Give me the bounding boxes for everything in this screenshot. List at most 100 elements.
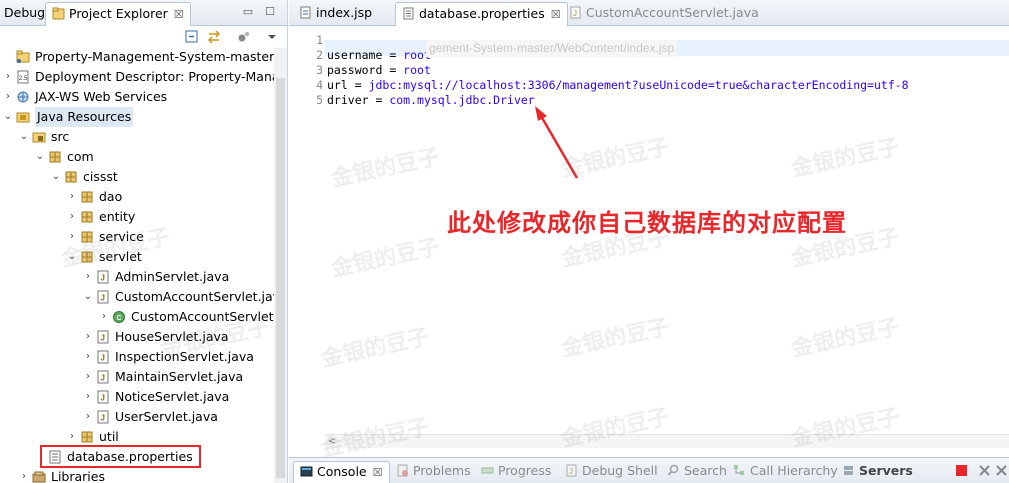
equals-sign: = <box>368 93 390 107</box>
expand-arrow-icon[interactable]: › <box>2 87 14 107</box>
tree-item-adminservlet-java[interactable]: › J AdminServlet.java <box>0 267 274 287</box>
expand-arrow-icon[interactable]: › <box>66 227 78 247</box>
tree-item-service[interactable]: › service <box>0 227 274 247</box>
java-file-icon: J <box>97 330 109 344</box>
deployment-descriptor-icon: 2.5 <box>17 70 29 84</box>
java-file-icon: J <box>97 290 109 304</box>
focus-icon[interactable] <box>236 29 252 45</box>
tree-item-project-root[interactable]: Property-Management-System-master <box>0 47 274 67</box>
collapse-arrow-icon[interactable]: ⌄ <box>82 287 94 307</box>
property-value: jdbc:mysql://localhost:3306/management?u… <box>368 78 909 92</box>
web-services-icon <box>17 91 29 103</box>
scrollbar-thumb[interactable] <box>276 78 285 478</box>
tree-item-java-resources[interactable]: ⌄ Java Resources <box>0 107 274 127</box>
tab-search[interactable]: Search <box>667 461 727 483</box>
expand-arrow-icon[interactable]: › <box>82 387 94 407</box>
terminate-icon[interactable] <box>955 464 968 477</box>
tab-servers[interactable]: Servers <box>842 461 913 483</box>
tab-project-explorer-label: Project Explorer <box>69 6 168 21</box>
close-icon[interactable]: ☒ <box>174 8 184 21</box>
expand-arrow-icon[interactable]: › <box>66 187 78 207</box>
properties-file-icon <box>403 7 414 20</box>
tab-database-properties[interactable]: database.properties ☒ <box>395 2 568 26</box>
svg-text:J: J <box>573 9 577 18</box>
code-line[interactable]: url = jdbc:mysql://localhost:3306/manage… <box>327 78 909 93</box>
expand-arrow-icon[interactable]: › <box>82 407 94 427</box>
tree-item-jax-ws-web-services[interactable]: › JAX-WS Web Services <box>0 87 274 107</box>
expand-arrow-icon[interactable]: › <box>66 207 78 227</box>
svg-text:J: J <box>101 274 105 283</box>
tree-item-label: servlet <box>99 249 142 264</box>
close-icon[interactable]: ☒ <box>373 466 383 479</box>
equals-sign: = <box>382 63 404 77</box>
tab-call-hierarchy[interactable]: Call Hierarchy <box>733 461 838 483</box>
collapse-arrow-icon[interactable]: ⌄ <box>66 247 78 267</box>
close-icon[interactable]: ☒ <box>551 8 561 21</box>
tree-item-src[interactable]: ⌄ src <box>0 127 274 147</box>
tree-item-maintainservlet-java[interactable]: › J MaintainServlet.java <box>0 367 274 387</box>
code-line[interactable]: username = root <box>327 48 431 63</box>
view-menu-icon[interactable] <box>264 29 280 45</box>
property-value: root <box>403 63 431 77</box>
property-key: password <box>327 63 383 77</box>
tree-item-deployment-descriptor[interactable]: › 2.5 Deployment Descriptor: Property-Mana… <box>0 67 287 87</box>
tree-item-cissst[interactable]: ⌄ cissst <box>0 167 274 187</box>
collapse-arrow-icon[interactable]: ⌄ <box>50 167 62 187</box>
tree-item-customaccountservlet-class[interactable]: › C CustomAccountServlet <box>0 307 274 327</box>
svg-text:2.5: 2.5 <box>19 76 28 82</box>
link-with-editor-icon[interactable] <box>206 29 222 45</box>
expand-arrow-icon[interactable]: › <box>82 327 94 347</box>
package-icon <box>81 211 93 223</box>
tab-index-jsp[interactable]: index.jsp <box>293 2 378 26</box>
tree-item-label: UserServlet.java <box>115 409 218 424</box>
tree-item-dao[interactable]: › dao <box>0 187 274 207</box>
remove-launch-icon[interactable] <box>978 464 991 477</box>
package-icon <box>81 431 93 443</box>
expand-arrow-icon[interactable]: › <box>82 367 94 387</box>
tree-item-libraries[interactable]: › Libraries <box>0 467 274 483</box>
tab-console[interactable]: Console ☒ <box>293 461 390 483</box>
scroll-left-arrow[interactable]: < <box>325 435 339 449</box>
tab-project-explorer[interactable]: Project Explorer ☒ <box>45 2 191 26</box>
remove-all-icon[interactable] <box>995 464 1008 477</box>
tab-call-hierarchy-label: Call Hierarchy <box>750 463 838 478</box>
tree-item-servlet[interactable]: ⌄ servlet <box>0 247 274 267</box>
expand-arrow-icon[interactable]: › <box>2 67 14 87</box>
tree-item-houseservlet-java[interactable]: › J HouseServlet.java <box>0 327 274 347</box>
tab-progress-label: Progress <box>498 463 552 478</box>
jsp-file-icon <box>300 6 311 19</box>
expand-arrow-icon[interactable]: › <box>18 467 30 483</box>
tree-item-com[interactable]: ⌄ com <box>0 147 274 167</box>
code-line[interactable]: password = root <box>327 63 431 78</box>
java-class-icon: C <box>113 311 125 323</box>
tree-item-label: src <box>51 129 70 144</box>
tab-debug-shell[interactable]: J Debug Shell <box>565 461 658 483</box>
code-line[interactable]: driver = com.mysql.jdbc.Driver <box>327 93 535 108</box>
tab-customaccountservlet-java[interactable]: J CustomAccountServlet.java <box>563 2 765 26</box>
tab-debug[interactable]: Debug <box>0 2 49 26</box>
tree-item-inspectionservlet-java[interactable]: › J InspectionServlet.java <box>0 347 274 367</box>
tree-vertical-scrollbar[interactable] <box>274 48 287 483</box>
servers-icon <box>844 466 853 475</box>
expand-arrow-icon[interactable]: › <box>66 427 78 447</box>
collapse-all-icon[interactable] <box>184 29 200 45</box>
editor-horizontal-scrollbar[interactable]: < <box>325 434 1009 448</box>
tab-console-label: Console <box>317 464 367 479</box>
tree-item-noticeservlet-java[interactable]: › J NoticeServlet.java <box>0 387 274 407</box>
expand-arrow-icon[interactable]: › <box>82 267 94 287</box>
expand-arrow-icon[interactable]: › <box>82 347 94 367</box>
collapse-arrow-icon[interactable]: ⌄ <box>18 127 30 147</box>
collapse-arrow-icon[interactable]: ⌄ <box>2 107 14 127</box>
bottom-panel-tabs: Console ☒ Problems Progress J Debug Shell… <box>289 457 1009 483</box>
tree-item-customaccountservlet-java[interactable]: ⌄ J CustomAccountServlet.java <box>0 287 287 307</box>
maximize-icon[interactable]: ☐ <box>262 4 278 20</box>
collapse-arrow-icon[interactable]: ⌄ <box>34 147 46 167</box>
tree-item-entity[interactable]: › entity <box>0 207 274 227</box>
minimize-icon[interactable]: ▭ <box>240 4 256 20</box>
tree-item-util[interactable]: › util <box>0 427 274 447</box>
svg-text:J: J <box>101 374 105 383</box>
tree-item-userservlet-java[interactable]: › J UserServlet.java <box>0 407 274 427</box>
expand-arrow-icon[interactable]: › <box>98 307 110 327</box>
tab-progress[interactable]: Progress <box>481 461 551 483</box>
tab-problems[interactable]: Problems <box>396 461 471 483</box>
